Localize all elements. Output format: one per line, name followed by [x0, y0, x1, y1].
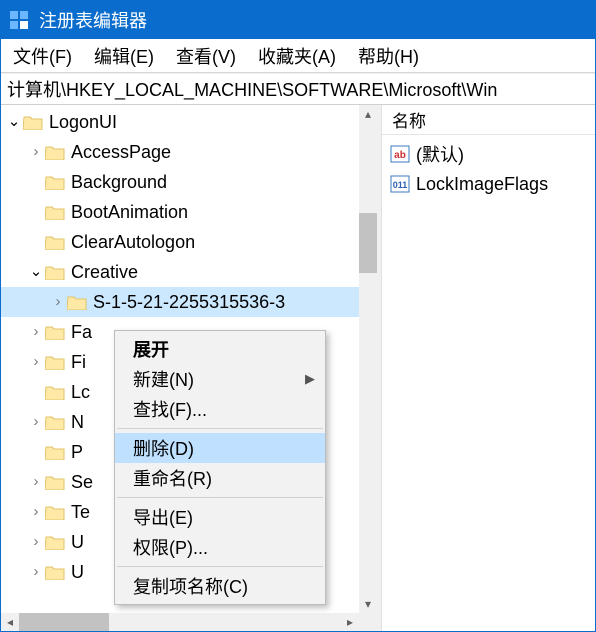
tree-item-label: AccessPage: [71, 137, 171, 167]
scroll-thumb[interactable]: [19, 613, 109, 631]
cm-new[interactable]: 新建(N) ▶: [115, 364, 325, 394]
chevron-right-icon[interactable]: ›: [27, 317, 45, 347]
cm-copy-key-name[interactable]: 复制项名称(C): [115, 571, 325, 601]
folder-icon: [45, 534, 65, 550]
tree-item-label: Background: [71, 167, 167, 197]
folder-icon: [45, 324, 65, 340]
chevron-right-icon[interactable]: ›: [27, 407, 45, 437]
folder-icon: [45, 444, 65, 460]
chevron-right-icon[interactable]: ›: [27, 137, 45, 167]
menubar: 文件(F) 编辑(E) 查看(V) 收藏夹(A) 帮助(H): [1, 39, 595, 73]
folder-icon: [45, 474, 65, 490]
chevron-right-icon: ▶: [305, 371, 315, 387]
binary-value-icon: 011: [390, 175, 410, 193]
tree-item-label: U: [71, 557, 84, 587]
column-name: 名称: [392, 107, 426, 132]
chevron-down-icon[interactable]: ⌄: [5, 107, 23, 137]
tree-item-label: Te: [71, 497, 90, 527]
tree-item[interactable]: ⌄ LogonUI: [1, 107, 377, 137]
svg-text:ab: ab: [394, 150, 406, 161]
tree-item[interactable]: ⌄ Creative: [1, 257, 377, 287]
value-name: LockImageFlags: [416, 174, 548, 195]
tree-item-label: N: [71, 407, 84, 437]
tree-item[interactable]: Background: [1, 167, 377, 197]
tree-item[interactable]: › S-1-5-21-2255315536-3: [1, 287, 377, 317]
tree-item-label: LogonUI: [49, 107, 117, 137]
cm-separator: [117, 566, 323, 567]
scrollbar-corner: [359, 613, 377, 631]
tree-item-label: P: [71, 437, 83, 467]
folder-icon: [45, 504, 65, 520]
menu-help[interactable]: 帮助(H): [354, 39, 423, 73]
menu-view[interactable]: 查看(V): [172, 39, 240, 73]
folder-icon: [23, 114, 43, 130]
titlebar: 注册表编辑器: [1, 1, 595, 39]
regedit-icon: [9, 10, 29, 30]
folder-icon: [45, 354, 65, 370]
string-value-icon: ab: [390, 145, 410, 163]
address-text: 计算机\HKEY_LOCAL_MACHINE\SOFTWARE\Microsof…: [7, 76, 497, 102]
tree-item-label: Fi: [71, 347, 86, 377]
cm-delete[interactable]: 删除(D): [115, 433, 325, 463]
chevron-right-icon[interactable]: ›: [27, 467, 45, 497]
tree-item-label: Lc: [71, 377, 90, 407]
scroll-up-icon[interactable]: ▴: [359, 105, 377, 123]
cm-separator: [117, 497, 323, 498]
folder-icon: [45, 174, 65, 190]
tree-item[interactable]: BootAnimation: [1, 197, 377, 227]
chevron-right-icon[interactable]: ›: [49, 287, 67, 317]
scroll-track[interactable]: [359, 123, 377, 595]
window-title: 注册表编辑器: [39, 7, 147, 33]
cm-separator: [117, 428, 323, 429]
folder-icon: [45, 204, 65, 220]
folder-icon: [45, 384, 65, 400]
values-header[interactable]: 名称: [382, 105, 595, 135]
chevron-right-icon[interactable]: ›: [27, 497, 45, 527]
folder-icon: [45, 234, 65, 250]
tree-item-label: Se: [71, 467, 93, 497]
svg-text:011: 011: [393, 180, 408, 190]
value-name: (默认): [416, 141, 464, 167]
tree-context-menu: 展开 新建(N) ▶ 查找(F)... 删除(D) 重命名(R) 导出(E) 权…: [114, 330, 326, 605]
cm-export[interactable]: 导出(E): [115, 502, 325, 532]
chevron-right-icon[interactable]: ›: [27, 527, 45, 557]
menu-edit[interactable]: 编辑(E): [90, 39, 158, 73]
tree-item-label: S-1-5-21-2255315536-3: [93, 287, 285, 317]
values-list[interactable]: ab (默认) 011 LockImageFlags: [382, 135, 595, 631]
cm-rename[interactable]: 重命名(R): [115, 463, 325, 493]
scroll-right-icon[interactable]: ▸: [341, 613, 359, 631]
scroll-track[interactable]: [19, 613, 341, 631]
folder-icon: [67, 294, 87, 310]
tree-item-label: ClearAutologon: [71, 227, 195, 257]
tree-horizontal-scrollbar[interactable]: ◂ ▸: [1, 613, 359, 631]
values-pane: 名称 ab (默认) 011 LockImageFlags: [381, 105, 595, 631]
tree-item-label: Fa: [71, 317, 92, 347]
tree-item[interactable]: › AccessPage: [1, 137, 377, 167]
folder-icon: [45, 144, 65, 160]
cm-expand[interactable]: 展开: [115, 334, 325, 364]
cm-permissions[interactable]: 权限(P)...: [115, 532, 325, 562]
folder-icon: [45, 564, 65, 580]
address-bar[interactable]: 计算机\HKEY_LOCAL_MACHINE\SOFTWARE\Microsof…: [1, 73, 595, 105]
scroll-left-icon[interactable]: ◂: [1, 613, 19, 631]
value-row[interactable]: 011 LockImageFlags: [382, 169, 595, 199]
chevron-right-icon[interactable]: ›: [27, 557, 45, 587]
registry-editor-window: 注册表编辑器 文件(F) 编辑(E) 查看(V) 收藏夹(A) 帮助(H) 计算…: [0, 0, 596, 632]
tree-item-label: U: [71, 527, 84, 557]
tree-item[interactable]: ClearAutologon: [1, 227, 377, 257]
tree-item-label: BootAnimation: [71, 197, 188, 227]
scroll-down-icon[interactable]: ▾: [359, 595, 377, 613]
chevron-down-icon[interactable]: ⌄: [27, 257, 45, 287]
tree-vertical-scrollbar[interactable]: ▴ ▾: [359, 105, 377, 613]
menu-file[interactable]: 文件(F): [9, 39, 76, 73]
cm-find[interactable]: 查找(F)...: [115, 394, 325, 424]
tree-item-label: Creative: [71, 257, 138, 287]
value-row[interactable]: ab (默认): [382, 139, 595, 169]
menu-favorites[interactable]: 收藏夹(A): [254, 39, 340, 73]
folder-icon: [45, 414, 65, 430]
folder-icon: [45, 264, 65, 280]
scroll-thumb[interactable]: [359, 213, 377, 273]
chevron-right-icon[interactable]: ›: [27, 347, 45, 377]
